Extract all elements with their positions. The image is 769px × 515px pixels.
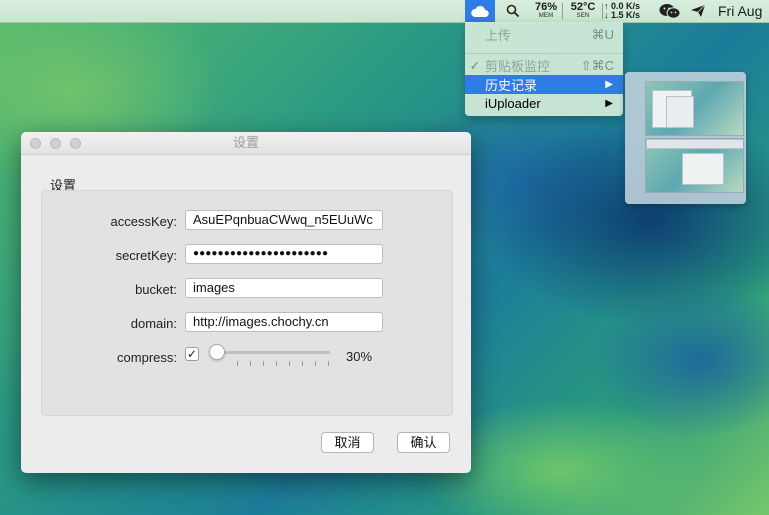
- telegram-menu-extra[interactable]: [686, 0, 710, 22]
- bucket-field[interactable]: images: [185, 278, 383, 298]
- dialog-title: 设置: [232, 135, 259, 150]
- menu-item-clipboard-monitor[interactable]: ✓ 剪贴板监控 ⇧⌘C: [465, 56, 623, 75]
- sensor-label: SEN: [576, 13, 590, 19]
- temperature-value: 52°C: [570, 1, 596, 13]
- sensor-monitor[interactable]: 52°C SEN: [566, 0, 600, 22]
- slider-tick: [263, 361, 264, 366]
- menu-item-history[interactable]: 历史记录 ▶: [465, 75, 623, 94]
- slider-tick: [250, 361, 251, 366]
- menu-item-label: 历史记录: [485, 78, 538, 93]
- submenu-arrow-icon: ▶: [605, 79, 613, 90]
- network-download: ↓ 1.5 K/s: [604, 10, 641, 20]
- menu-bar: 76% MEM 52°C SEN ↑ 0.0 K/s ↓ 1.5 K/s Fri…: [0, 0, 769, 23]
- secret-key-label: secretKey:: [115, 248, 177, 263]
- compress-slider-knob[interactable]: [209, 344, 225, 360]
- menu-item-shortcut: ⇧⌘C: [580, 57, 614, 73]
- access-key-field[interactable]: AsuEPqnbuaCWwq_n5EUuWc: [185, 210, 383, 230]
- history-thumbnail[interactable]: [645, 81, 744, 136]
- compress-checkbox[interactable]: ✓: [185, 347, 199, 361]
- search-icon: [506, 4, 520, 18]
- domain-label: domain:: [130, 316, 177, 331]
- history-submenu: [625, 72, 746, 204]
- memory-label: MEM: [538, 13, 554, 19]
- access-key-label: accessKey:: [110, 214, 177, 229]
- slider-tick: [315, 361, 316, 366]
- menubar-clock[interactable]: Fri Aug: [718, 0, 769, 22]
- cloud-icon: [471, 5, 489, 17]
- cloud-menu-extra[interactable]: [465, 0, 495, 22]
- settings-dialog: 设置 设置 accessKey: AsuEPqnbuaCWwq_n5EUuWc …: [21, 132, 471, 473]
- menu-item-label: 剪贴板监控: [485, 59, 551, 74]
- slider-tick: [289, 361, 290, 366]
- compress-label: compress:: [117, 350, 177, 365]
- wechat-icon: [659, 4, 681, 19]
- menu-separator: [465, 53, 623, 54]
- menu-item-upload[interactable]: 上传 ⌘U: [465, 25, 623, 44]
- cancel-button[interactable]: 取消: [321, 432, 374, 453]
- network-monitor[interactable]: ↑ 0.0 K/s ↓ 1.5 K/s: [604, 0, 652, 22]
- menu-item-label: iUploader: [485, 96, 541, 111]
- history-thumbnail[interactable]: [645, 138, 744, 193]
- bucket-label: bucket:: [135, 282, 177, 297]
- menubar-divider: [602, 3, 603, 19]
- compress-percent: 30%: [346, 349, 373, 364]
- menu-item-shortcut: ⌘U: [591, 26, 614, 42]
- spotlight-button[interactable]: [503, 0, 523, 22]
- menubar-divider: [562, 3, 563, 19]
- secret-key-field[interactable]: ●●●●●●●●●●●●●●●●●●●●●●: [185, 244, 383, 264]
- uploader-dropdown-menu: 上传 ⌘U ✓ 剪贴板监控 ⇧⌘C 历史记录 ▶ iUploader ▶: [465, 22, 623, 116]
- memory-value: 76%: [534, 1, 558, 13]
- paper-plane-icon: [691, 4, 706, 17]
- slider-tick: [302, 361, 303, 366]
- wechat-menu-extra[interactable]: [657, 0, 683, 22]
- menu-item-label: 上传: [485, 28, 512, 43]
- slider-tick: [276, 361, 277, 366]
- slider-tick: [237, 361, 238, 366]
- slider-tick: [328, 361, 329, 366]
- checkmark-icon: ✓: [469, 57, 481, 73]
- submenu-arrow-icon: ▶: [605, 98, 613, 109]
- memory-monitor[interactable]: 76% MEM: [532, 0, 560, 22]
- title-bar: 设置: [21, 132, 471, 155]
- confirm-button[interactable]: 确认: [397, 432, 450, 453]
- domain-field[interactable]: http://images.chochy.cn: [185, 312, 383, 332]
- compress-slider-track[interactable]: [215, 351, 330, 354]
- menu-item-iuploader[interactable]: iUploader ▶: [465, 94, 623, 113]
